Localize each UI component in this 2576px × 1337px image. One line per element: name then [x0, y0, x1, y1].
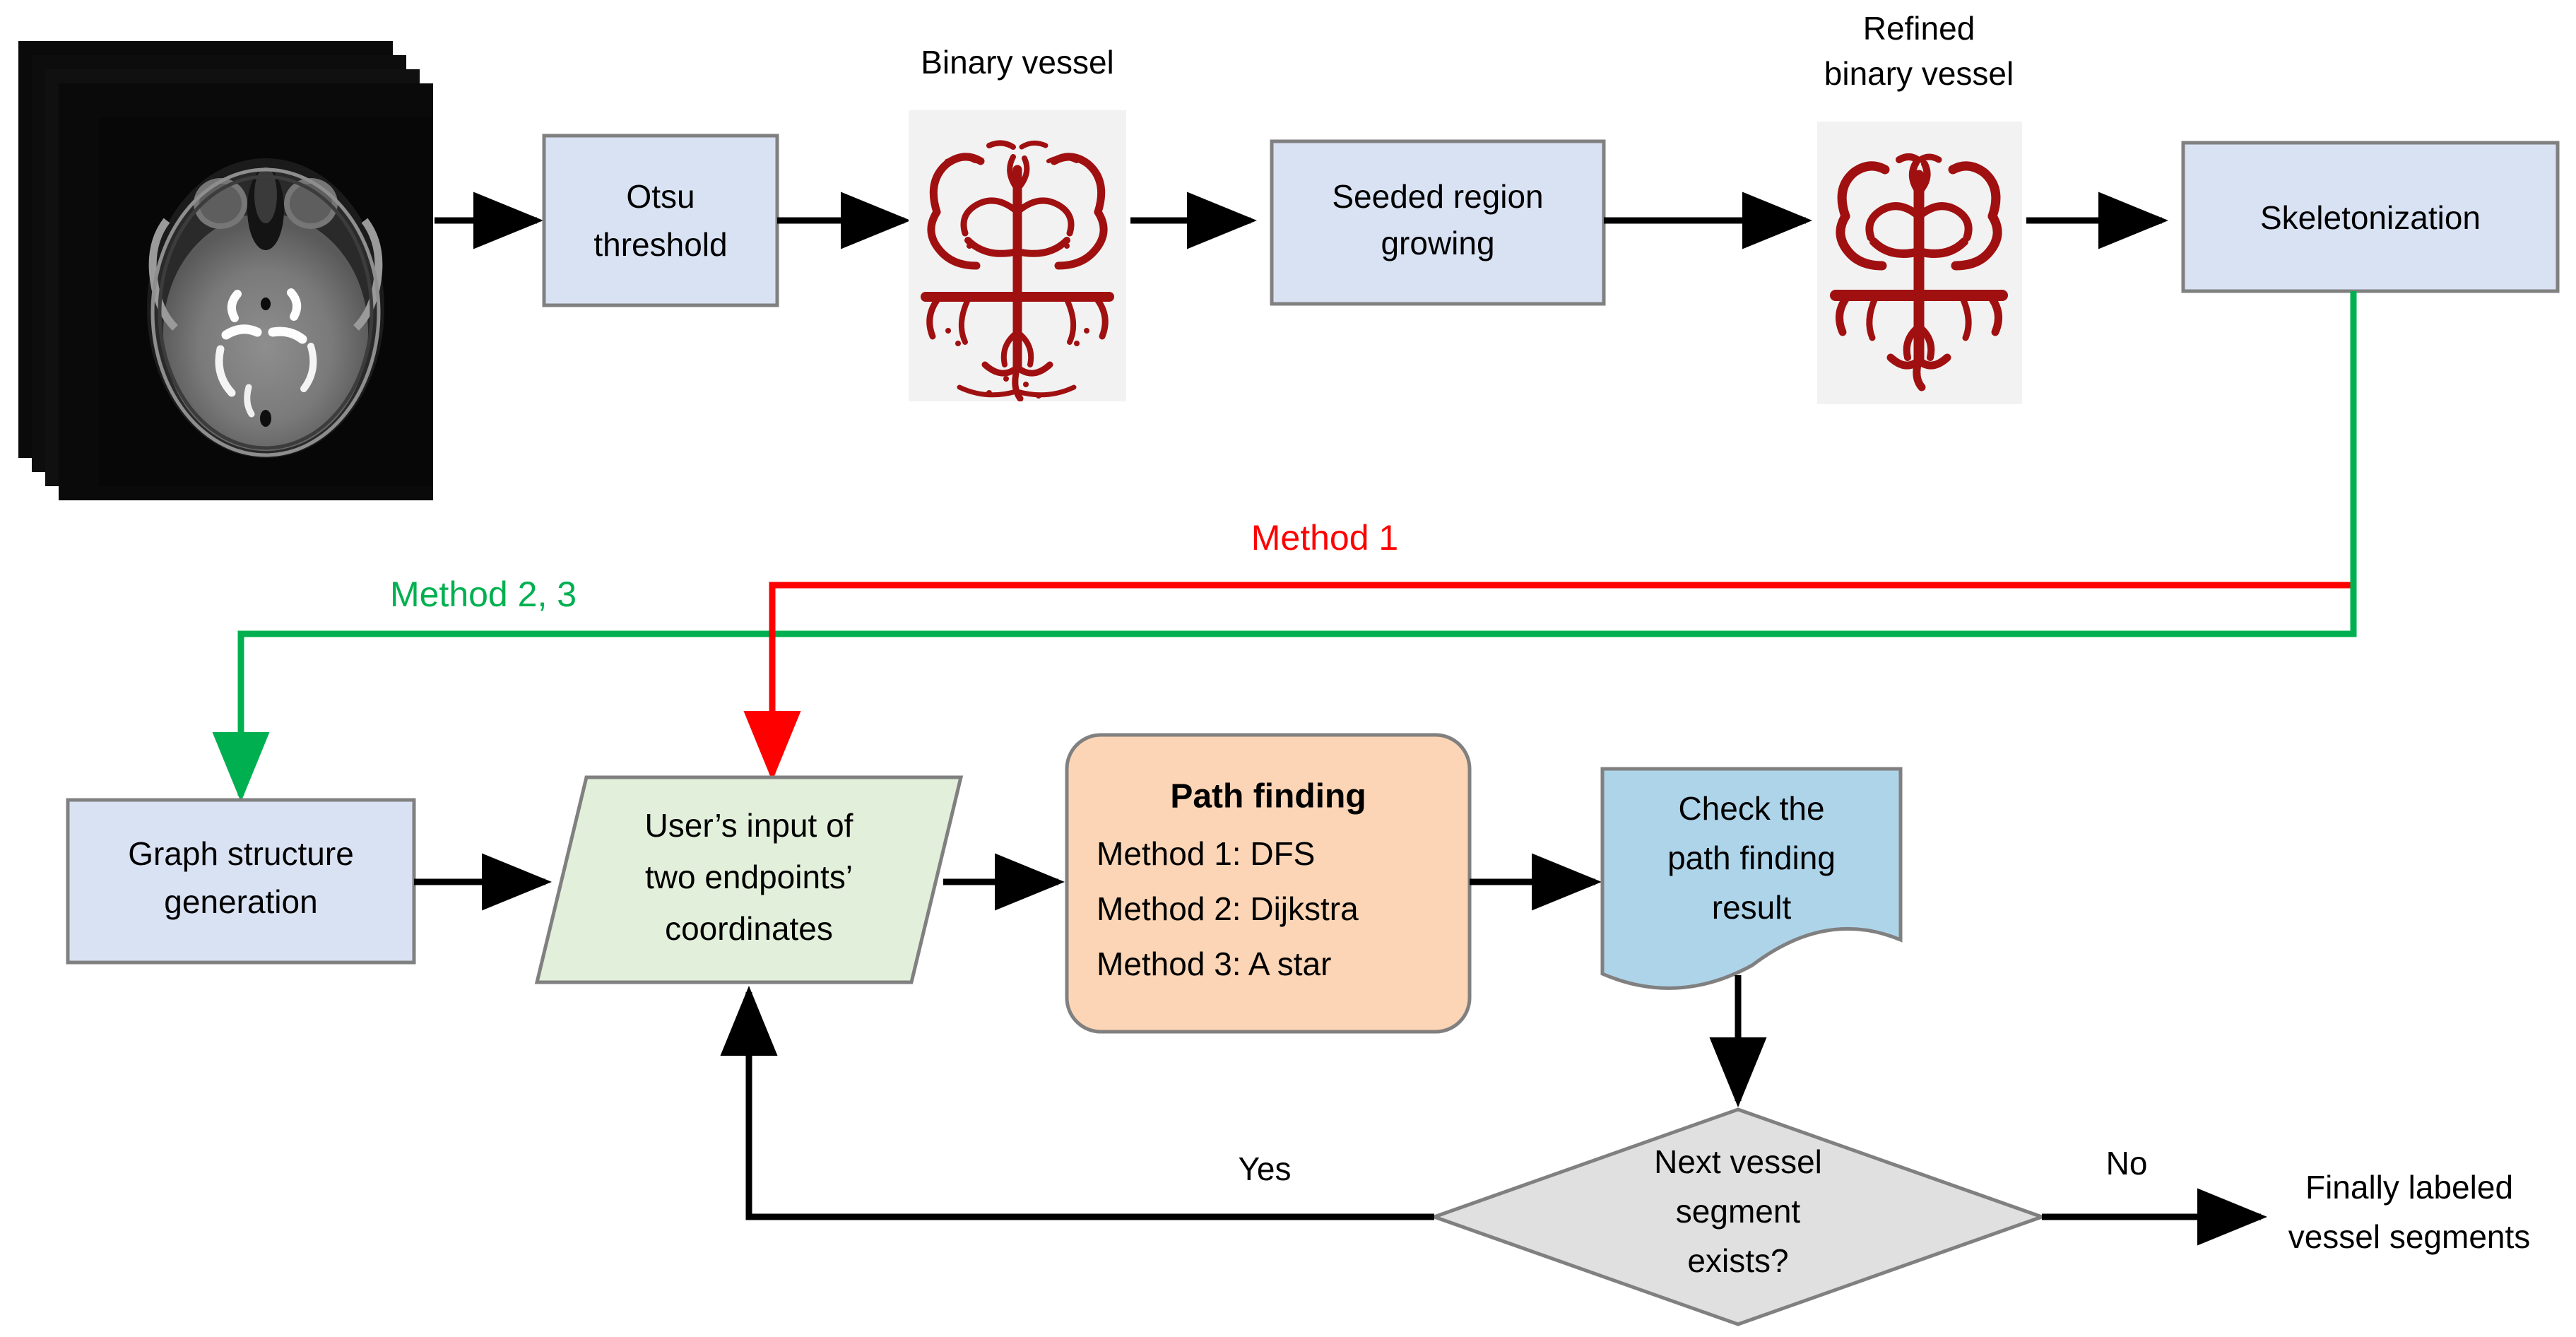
graph-structure-label-line1: Graph structure: [128, 835, 354, 872]
caption-binary-vessel: Binary vessel: [921, 44, 1114, 81]
node-skeletonization[interactable]: Skeletonization: [2181, 141, 2560, 293]
flowchart-svg: Otsu threshold Binary vessel Seeded regi…: [18, 10, 2560, 1326]
decision-label-line2: segment: [1676, 1193, 1801, 1230]
check-result-label-line2: path finding: [1667, 840, 1836, 876]
user-input-label-line1: User’s input of: [645, 807, 853, 844]
mri-brain-slice: [147, 158, 384, 458]
node-decision-next-vessel-segment[interactable]: Next vessel segment exists?: [1429, 1107, 2048, 1326]
binary-vessel-image: [909, 110, 1126, 401]
path-finding-title: Path finding: [1170, 778, 1366, 815]
check-result-label-line1: Check the: [1678, 790, 1824, 827]
label-yes: Yes: [1238, 1150, 1291, 1187]
user-input-label-line3: coordinates: [665, 910, 833, 947]
refined-binary-vessel-image: [1817, 122, 2022, 404]
user-input-label-line2: two endpoints’: [645, 859, 853, 895]
check-result-label-line3: result: [1712, 889, 1792, 926]
path-finding-method-2: Method 2: Dijkstra: [1097, 890, 1359, 927]
skeletonization-label: Skeletonization: [2260, 199, 2481, 236]
label-method1: Method 1: [1251, 518, 1398, 558]
otsu-label-line2: threshold: [593, 226, 727, 263]
node-check-path-finding-result[interactable]: Check the path finding result: [1600, 767, 1903, 990]
seeded-label-line2: growing: [1381, 225, 1494, 261]
decision-label-line1: Next vessel: [1654, 1143, 1822, 1180]
node-seeded-region-growing[interactable]: Seeded region growing: [1270, 139, 1606, 306]
otsu-label-line1: Otsu: [626, 178, 695, 215]
label-no: No: [2106, 1145, 2148, 1182]
final-output-line2: vessel segments: [2288, 1218, 2531, 1255]
node-final-output: Finally labeled vessel segments: [2288, 1169, 2531, 1255]
final-output-line1: Finally labeled: [2305, 1169, 2513, 1206]
node-path-finding[interactable]: Path finding Method 1: DFS Method 2: Dij…: [1065, 733, 1472, 1034]
graph-structure-label-line2: generation: [164, 883, 317, 920]
path-finding-method-1: Method 1: DFS: [1097, 835, 1315, 872]
node-otsu-threshold[interactable]: Otsu threshold: [542, 134, 779, 307]
seeded-label-line1: Seeded region: [1332, 178, 1543, 215]
mri-slice-stack: [18, 41, 433, 500]
decision-label-line3: exists?: [1687, 1242, 1788, 1279]
flowchart-canvas: Otsu threshold Binary vessel Seeded regi…: [0, 0, 2576, 1337]
node-graph-structure-generation[interactable]: Graph structure generation: [66, 798, 416, 965]
label-method23: Method 2, 3: [390, 575, 577, 614]
caption-refined-line2: binary vessel: [1824, 55, 2014, 92]
node-user-input[interactable]: User’s input of two endpoints’ coordinat…: [534, 775, 964, 984]
path-finding-method-3: Method 3: A star: [1097, 946, 1331, 982]
caption-refined-line1: Refined: [1863, 10, 1975, 47]
